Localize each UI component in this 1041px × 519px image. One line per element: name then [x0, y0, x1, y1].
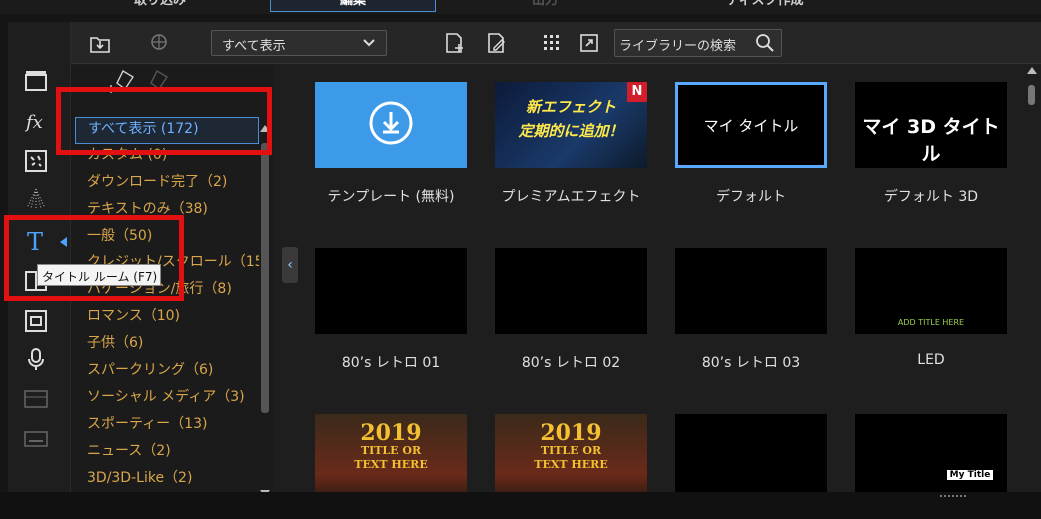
- collapse-panel-button[interactable]: ‹: [282, 247, 298, 283]
- filter-value: すべて表示: [222, 39, 286, 54]
- template-tile[interactable]: 2019 TITLE OR TEXT HERE: [495, 414, 647, 500]
- template-thumbnail[interactable]: マイ タイトル: [675, 82, 827, 168]
- bottom-strip: [0, 492, 1041, 519]
- template-tile[interactable]: 新エフェクト 定期的に追加！ N プレミアムエフェクト: [495, 82, 647, 205]
- thumbnail-text: マイ タイトル: [703, 117, 799, 135]
- thumbnail-text: TITLE OR: [540, 444, 602, 457]
- chevron-down-icon: [362, 35, 376, 53]
- fx-icon[interactable]: fx: [20, 106, 52, 136]
- category-item[interactable]: ニュース（2): [75, 440, 259, 467]
- new-title-icon[interactable]: [441, 30, 467, 56]
- chapter-icon[interactable]: [20, 384, 52, 414]
- template-label: 80’s レトロ 03: [701, 355, 801, 371]
- template-label: テンプレート (無料): [327, 189, 455, 205]
- search-icon[interactable]: [755, 33, 775, 53]
- template-thumbnail[interactable]: [495, 248, 647, 334]
- library-search-input[interactable]: ライブラリーの検索: [614, 29, 782, 57]
- category-item[interactable]: 3D/3D-Like（2): [75, 467, 259, 494]
- template-label: 80’s レトロ 02: [521, 355, 621, 371]
- grid-scrollbar[interactable]: [1025, 65, 1039, 492]
- tab-edit[interactable]: 編集: [270, 0, 436, 12]
- template-tile[interactable]: マイ 3D タイトルデフォルト 3D: [855, 82, 1007, 205]
- tab-produce[interactable]: 出力: [490, 0, 600, 12]
- title-template-grid: テンプレート (無料) 新エフェクト 定期的に追加！ N プレミアムエフェクト マイ タイ…: [305, 82, 1015, 502]
- category-item[interactable]: 子供（6): [75, 332, 259, 359]
- template-thumbnail[interactable]: [675, 414, 827, 500]
- category-list: すべて表示 (172) カスタム (0) ダウンロード完了（2) テキストのみ（38)…: [75, 117, 259, 493]
- top-tab-bar: 取り込み 編集 出力 ディスク作成: [0, 0, 1041, 14]
- thumbnail-text: 2019: [540, 420, 602, 446]
- thumbnail-text: TEXT HERE: [354, 458, 428, 471]
- particle-icon[interactable]: [20, 146, 52, 176]
- template-tile[interactable]: [675, 414, 827, 500]
- download-icon: [369, 101, 413, 145]
- template-thumbnail[interactable]: 新エフェクト 定期的に追加！ N: [495, 82, 647, 168]
- template-thumbnail[interactable]: [315, 82, 467, 168]
- tooltip: タイトル ルーム (F7): [37, 264, 161, 286]
- category-scrollbar[interactable]: [259, 123, 271, 497]
- media-room-icon[interactable]: [20, 66, 52, 96]
- thumbnail-text: マイ 3D タイトル: [862, 116, 1000, 165]
- resize-icon[interactable]: [576, 30, 602, 56]
- template-label: デフォルト 3D: [883, 189, 979, 205]
- grid-view-icon[interactable]: [539, 30, 565, 56]
- library-toolbar: すべて表示 ライブラリーの検索: [71, 22, 1041, 64]
- svg-text:fx: fx: [24, 112, 43, 133]
- category-item[interactable]: ダウンロード完了（2): [75, 171, 259, 198]
- spray-icon[interactable]: [20, 184, 52, 214]
- template-thumbnail[interactable]: ADD TITLE HERE: [855, 248, 1007, 334]
- highlight-title-room-box: [4, 215, 184, 301]
- category-item[interactable]: スパークリング（6): [75, 359, 259, 386]
- thumbnail-text: ADD TITLE HERE: [897, 318, 965, 327]
- template-thumbnail[interactable]: マイ 3D タイトル: [855, 82, 1007, 168]
- category-item[interactable]: ソーシャル メディア（3): [75, 386, 259, 413]
- template-label: プレミアムエフェクト: [501, 189, 641, 205]
- template-tile[interactable]: 2019 TITLE OR TEXT HERE: [315, 414, 467, 500]
- template-thumbnail[interactable]: 2019 TITLE OR TEXT HERE: [495, 414, 647, 500]
- template-thumbnail[interactable]: 2019 TITLE OR TEXT HERE: [315, 414, 467, 500]
- template-tile[interactable]: 80’s レトロ 02: [495, 248, 647, 371]
- scroll-thumb[interactable]: [261, 143, 269, 413]
- category-item[interactable]: ロマンス（10): [75, 305, 259, 332]
- tab-capture[interactable]: 取り込み: [110, 0, 210, 12]
- resize-grip[interactable]: [940, 495, 966, 499]
- scroll-up-icon[interactable]: [1027, 67, 1037, 74]
- thumbnail-text: TITLE OR: [360, 444, 422, 457]
- edit-title-icon[interactable]: [483, 30, 509, 56]
- tab-disc[interactable]: ディスク作成: [690, 0, 840, 12]
- thumbnail-text: 新エフェクト: [525, 98, 616, 116]
- template-thumbnail[interactable]: [675, 248, 827, 334]
- template-thumbnail[interactable]: My Title: [855, 414, 1007, 500]
- template-tile[interactable]: ADD TITLE HERE LED: [855, 248, 1007, 368]
- template-tile[interactable]: My Title: [855, 414, 1007, 500]
- thumbnail-text: TEXT HERE: [534, 458, 608, 471]
- thumbnail-text: 2019: [360, 420, 422, 446]
- highlight-category-box: [56, 87, 272, 155]
- thumbnail-text: My Title: [947, 470, 993, 480]
- pip-icon[interactable]: [20, 306, 52, 336]
- template-tile[interactable]: テンプレート (無料): [315, 82, 467, 205]
- template-thumbnail[interactable]: [315, 248, 467, 334]
- import-icon[interactable]: [87, 30, 113, 56]
- new-badge: N: [627, 82, 647, 102]
- scroll-thumb[interactable]: [1028, 85, 1035, 105]
- template-label: LED: [917, 352, 945, 368]
- subtitle-icon[interactable]: [20, 424, 52, 454]
- template-label: デフォルト: [716, 189, 786, 205]
- category-item[interactable]: スポーティー（13): [75, 413, 259, 440]
- template-tile[interactable]: 80’s レトロ 01: [315, 248, 467, 371]
- template-tile[interactable]: マイ タイトル デフォルト: [675, 82, 827, 205]
- microphone-icon[interactable]: [20, 344, 52, 374]
- filter-dropdown[interactable]: すべて表示: [211, 30, 387, 56]
- template-label: 80’s レトロ 01: [341, 355, 441, 371]
- thumbnail-text: 定期的に追加！: [518, 122, 624, 140]
- search-placeholder: ライブラリーの検索: [619, 39, 737, 54]
- template-tile[interactable]: 80’s レトロ 03: [675, 248, 827, 371]
- download-globe-icon[interactable]: [147, 30, 173, 56]
